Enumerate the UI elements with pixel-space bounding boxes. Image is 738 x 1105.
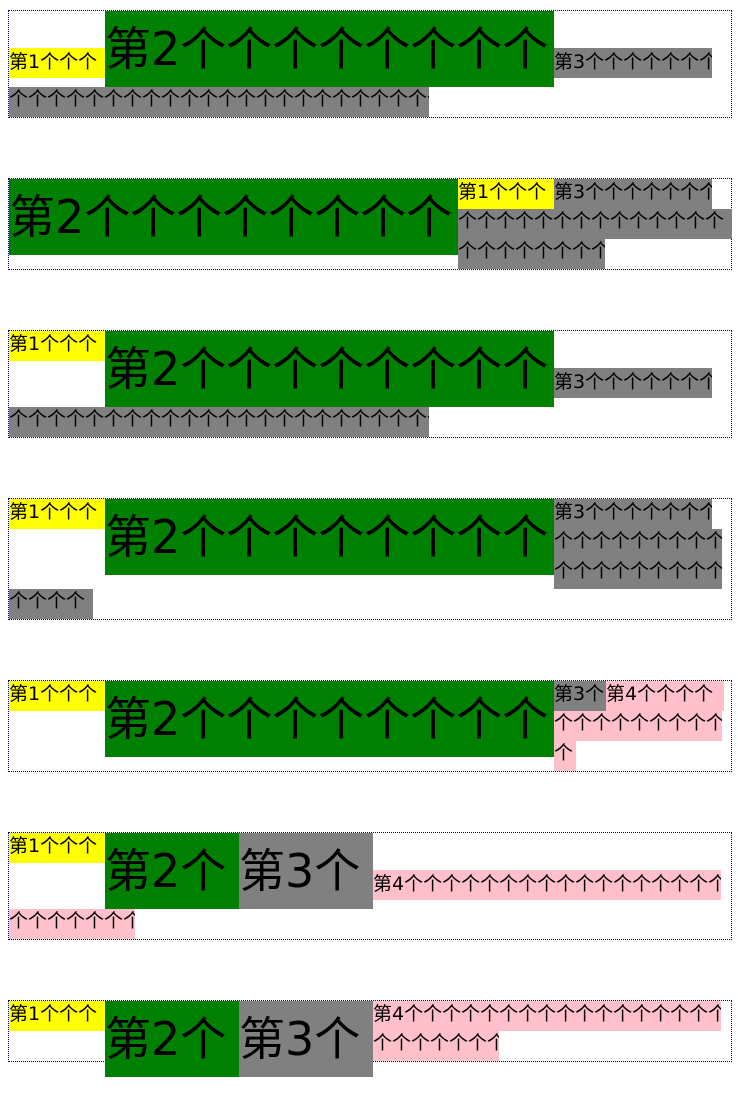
page-canvas: { "colors": { "seg1": "#ffff00", "seg2":… (0, 0, 738, 1105)
segment-3-continued: 个个个个个个个个个个个个个个个个个个个个个个个 (9, 87, 429, 117)
segment-2: 第2个个个个个个个个 (105, 499, 554, 575)
segment-3: 第3个 (239, 1001, 373, 1077)
segment-1: 第1个个个 (9, 48, 105, 78)
segment-3: 第3个 (239, 833, 373, 909)
segment-4: 第4个个个个个个个个个个个个个个个个个个 (373, 1001, 721, 1031)
segment-3-continued: 个个个个个个个个个 (554, 529, 722, 559)
segment-2: 第2个 (105, 1001, 239, 1077)
segment-1: 第1个个个 (458, 179, 554, 209)
segment-3-continued: 个个个个 (9, 589, 93, 619)
segment-2: 第2个 (105, 833, 239, 909)
segment-2: 第2个个个个个个个个 (105, 11, 554, 87)
segment-1: 第1个个个 (9, 499, 105, 529)
segment-2: 第2个个个个个个个个 (9, 179, 458, 255)
segment-4: 第4个个个个 (606, 681, 724, 711)
segment-2: 第2个个个个个个个个 (105, 331, 554, 407)
segment-3: 第3个 (554, 681, 606, 711)
segment-1: 第1个个个 (9, 331, 105, 361)
segment-3-continued: 个个个个个个个个个 (554, 559, 722, 589)
segment-1: 第1个个个 (9, 1001, 105, 1031)
segment-3: 第3个个个个个个个 (554, 499, 712, 529)
segment-2: 第2个个个个个个个个 (105, 681, 554, 757)
segment-4-continued: 个个个个个个个 (9, 909, 135, 939)
segment-1: 第1个个个 (9, 833, 105, 863)
segment-4: 第4个个个个个个个个个个个个个个个个个个 (373, 870, 721, 900)
segment-3: 第3个个个个个个个 (554, 179, 712, 209)
segment-1: 第1个个个 (9, 681, 105, 711)
segment-3-continued: 个个个个个个个个个个个个个个个个个个个个个个个 (9, 407, 429, 437)
segment-4-continued: 个 (554, 741, 576, 771)
segment-3: 第3个个个个个个个 (554, 48, 712, 78)
segment-3-continued: 个个个个个个个个个个个个个个 (458, 209, 732, 239)
segment-4-continued: 个个个个个个个个个 (554, 711, 722, 741)
segment-4-continued: 个个个个个个个 (373, 1031, 499, 1061)
segment-3: 第3个个个个个个个 (554, 368, 712, 398)
segment-3-continued: 个个个个个个个个 (458, 239, 605, 269)
